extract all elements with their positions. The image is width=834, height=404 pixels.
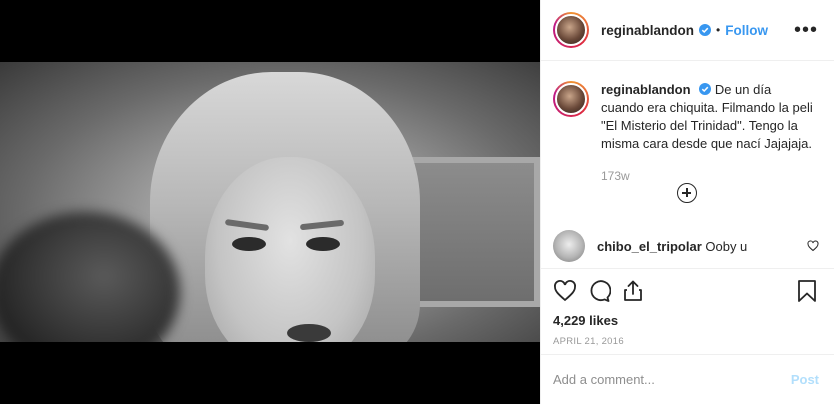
load-more-icon[interactable] (677, 183, 697, 203)
photo-mouth (287, 324, 331, 342)
photo-left-eye (232, 237, 266, 251)
post-photo[interactable] (0, 62, 540, 342)
comment-icon[interactable] (587, 279, 611, 303)
caption-time-ago[interactable]: 173w (601, 167, 816, 185)
author-avatar[interactable] (553, 12, 589, 48)
header-separator-dot: • (716, 23, 721, 37)
caption-body: reginablandon De un día cuando era chiqu… (601, 81, 816, 222)
comment-item: chibo_el_tripolar Ooby u (541, 226, 834, 266)
commenter-avatar[interactable] (553, 230, 585, 262)
more-options-icon[interactable]: ••• (794, 20, 818, 40)
verified-badge-icon (699, 24, 712, 36)
action-bar (553, 269, 819, 313)
post-header: reginablandon • Follow ••• (541, 0, 834, 61)
post-comment-button[interactable]: Post (791, 372, 819, 387)
photo-face (205, 157, 375, 342)
post-date[interactable]: APRIL 21, 2016 (553, 336, 819, 347)
share-icon[interactable] (621, 279, 645, 303)
heart-icon[interactable] (553, 279, 577, 303)
comment-text: Ooby u (705, 238, 748, 254)
likes-count[interactable]: 4,229 likes (553, 313, 819, 328)
post-media (0, 0, 540, 404)
caption-avatar[interactable] (553, 81, 589, 117)
photo-right-eye (306, 237, 340, 251)
instagram-post: reginablandon • Follow ••• reginablandon… (0, 0, 834, 404)
bookmark-icon[interactable] (795, 279, 819, 303)
add-comment-input[interactable] (553, 372, 791, 387)
post-sidebar: reginablandon • Follow ••• reginablandon… (540, 0, 834, 404)
add-comment-bar: Post (541, 354, 834, 404)
post-actions-section: 4,229 likes APRIL 21, 2016 (541, 268, 834, 347)
verified-badge-icon (699, 83, 712, 95)
author-username[interactable]: reginablandon (601, 23, 694, 38)
caption-username[interactable]: reginablandon (601, 82, 691, 97)
follow-button[interactable]: Follow (725, 23, 768, 38)
comment-content: chibo_el_tripolar Ooby u (597, 239, 747, 254)
comment-like-heart-icon[interactable] (807, 240, 819, 252)
comment-username[interactable]: chibo_el_tripolar (597, 239, 702, 254)
